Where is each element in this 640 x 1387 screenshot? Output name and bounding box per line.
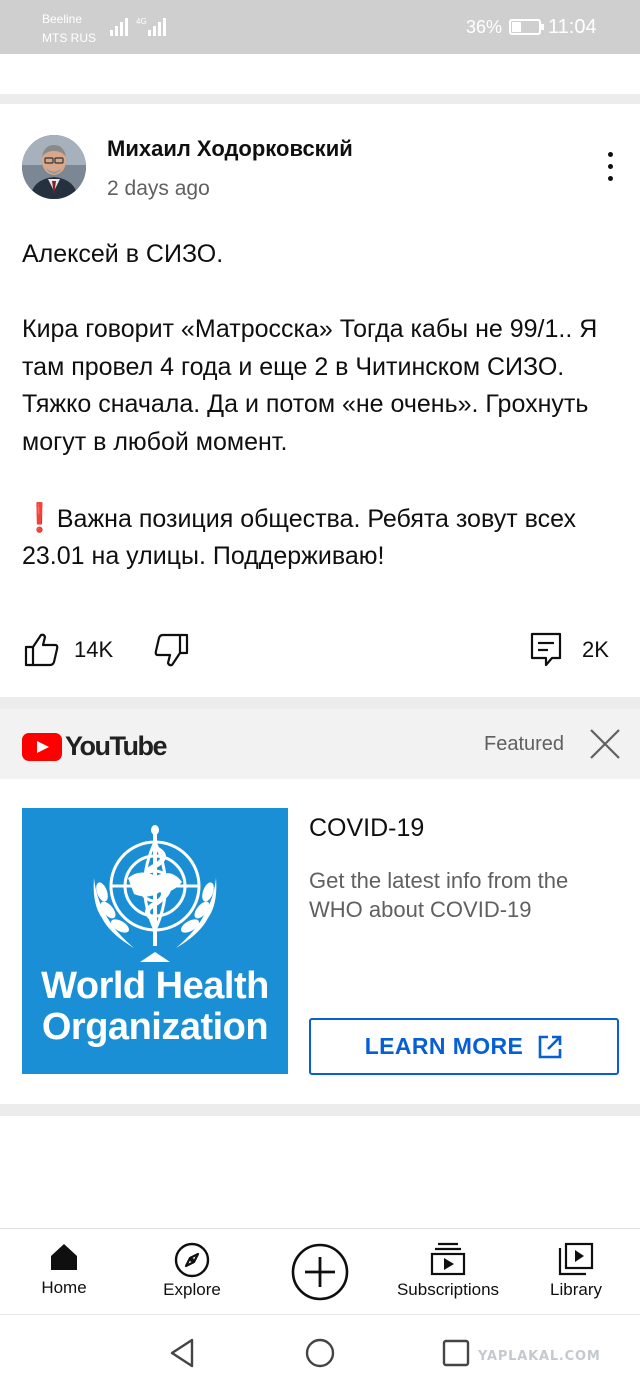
like-button[interactable]: 14K [24, 630, 113, 670]
library-icon [558, 1242, 594, 1276]
post-body: Алексей в СИЗО. Кира говорит «Матросска»… [22, 236, 618, 576]
post-paragraph: Алексей в СИЗО. [22, 240, 224, 268]
post-paragraph-text: Важна позиция общества. Ребята зовут все… [22, 504, 576, 571]
nav-subscriptions[interactable]: Subscriptions [386, 1229, 510, 1315]
battery-icon [509, 19, 544, 35]
who-logo-line: World Health [41, 965, 269, 1007]
comment-count: 2K [582, 637, 609, 662]
nav-label: Subscriptions [396, 1280, 500, 1299]
learn-more-button[interactable]: LEARN MORE [309, 1018, 619, 1075]
compass-icon [174, 1242, 210, 1278]
nav-label: Explore [163, 1280, 221, 1299]
signal-icon: 4G [110, 17, 166, 36]
home-icon [51, 1244, 77, 1270]
divider [0, 1104, 640, 1116]
post-time: 2 days ago [107, 177, 210, 200]
nav-create[interactable] [290, 1229, 350, 1315]
clock: 11:04 [548, 16, 597, 38]
learn-more-label: LEARN MORE [364, 1033, 524, 1059]
battery-level [512, 22, 521, 32]
who-logo-text: World Health Organization [22, 966, 288, 1048]
nav-home[interactable]: Home [24, 1229, 104, 1315]
carrier-primary: Beeline [42, 12, 83, 26]
carrier-info: Beeline MTS RUS [42, 10, 96, 48]
back-icon[interactable] [168, 1337, 196, 1369]
post-paragraph: Кира говорит «Матросска» Тогда кабы не 9… [22, 315, 598, 456]
featured-header: YouTube Featured [0, 709, 640, 779]
avatar[interactable] [22, 135, 86, 199]
watermark: YAPLAKAL.COM [478, 1349, 601, 1364]
comments-button[interactable]: 2K [530, 630, 609, 670]
post-author[interactable]: Михаил Ходорковский [107, 136, 353, 162]
external-link-icon [539, 1035, 562, 1058]
bottom-nav: Home Explore Subscriptions Library [0, 1228, 640, 1314]
recents-icon[interactable] [441, 1338, 471, 1368]
divider [0, 94, 640, 104]
more-vert-icon[interactable] [598, 152, 622, 186]
ad-title: COVID-19 [309, 814, 425, 842]
exclamation-icon: ❗ [22, 501, 57, 533]
status-bar: Beeline MTS RUS 4G 36% 11:04 [0, 0, 640, 54]
featured-label: Featured [484, 733, 565, 755]
youtube-wordmark: YouTube [65, 731, 167, 761]
home-circle-icon[interactable] [304, 1337, 336, 1369]
network-type: 4G [136, 17, 147, 26]
ad-description: Get the latest info from the WHO about C… [309, 868, 569, 922]
carrier-secondary: MTS RUS [42, 31, 96, 45]
subscriptions-icon [430, 1242, 466, 1276]
who-logo-line: Organization [41, 1006, 269, 1048]
youtube-logo: YouTube [22, 731, 167, 762]
nav-label: Library [550, 1280, 602, 1299]
dislike-icon [154, 633, 189, 667]
like-count: 14K [74, 637, 114, 662]
like-icon [24, 633, 59, 667]
battery-percent: 36% [466, 17, 503, 37]
nav-label: Home [41, 1278, 87, 1297]
create-plus-icon [291, 1243, 349, 1301]
divider [0, 697, 640, 709]
youtube-play-icon [22, 732, 62, 761]
who-emblem-icon [93, 825, 217, 962]
who-logo[interactable]: World Health Organization [22, 808, 288, 1074]
nav-explore[interactable]: Explore [152, 1229, 232, 1315]
dislike-button[interactable] [153, 630, 189, 670]
avatar-image [22, 135, 86, 199]
close-icon[interactable] [588, 727, 622, 761]
nav-library[interactable]: Library [538, 1229, 614, 1315]
post-paragraph: ❗Важна позиция общества. Ребята зовут вс… [22, 499, 618, 576]
comment-icon [530, 632, 562, 667]
